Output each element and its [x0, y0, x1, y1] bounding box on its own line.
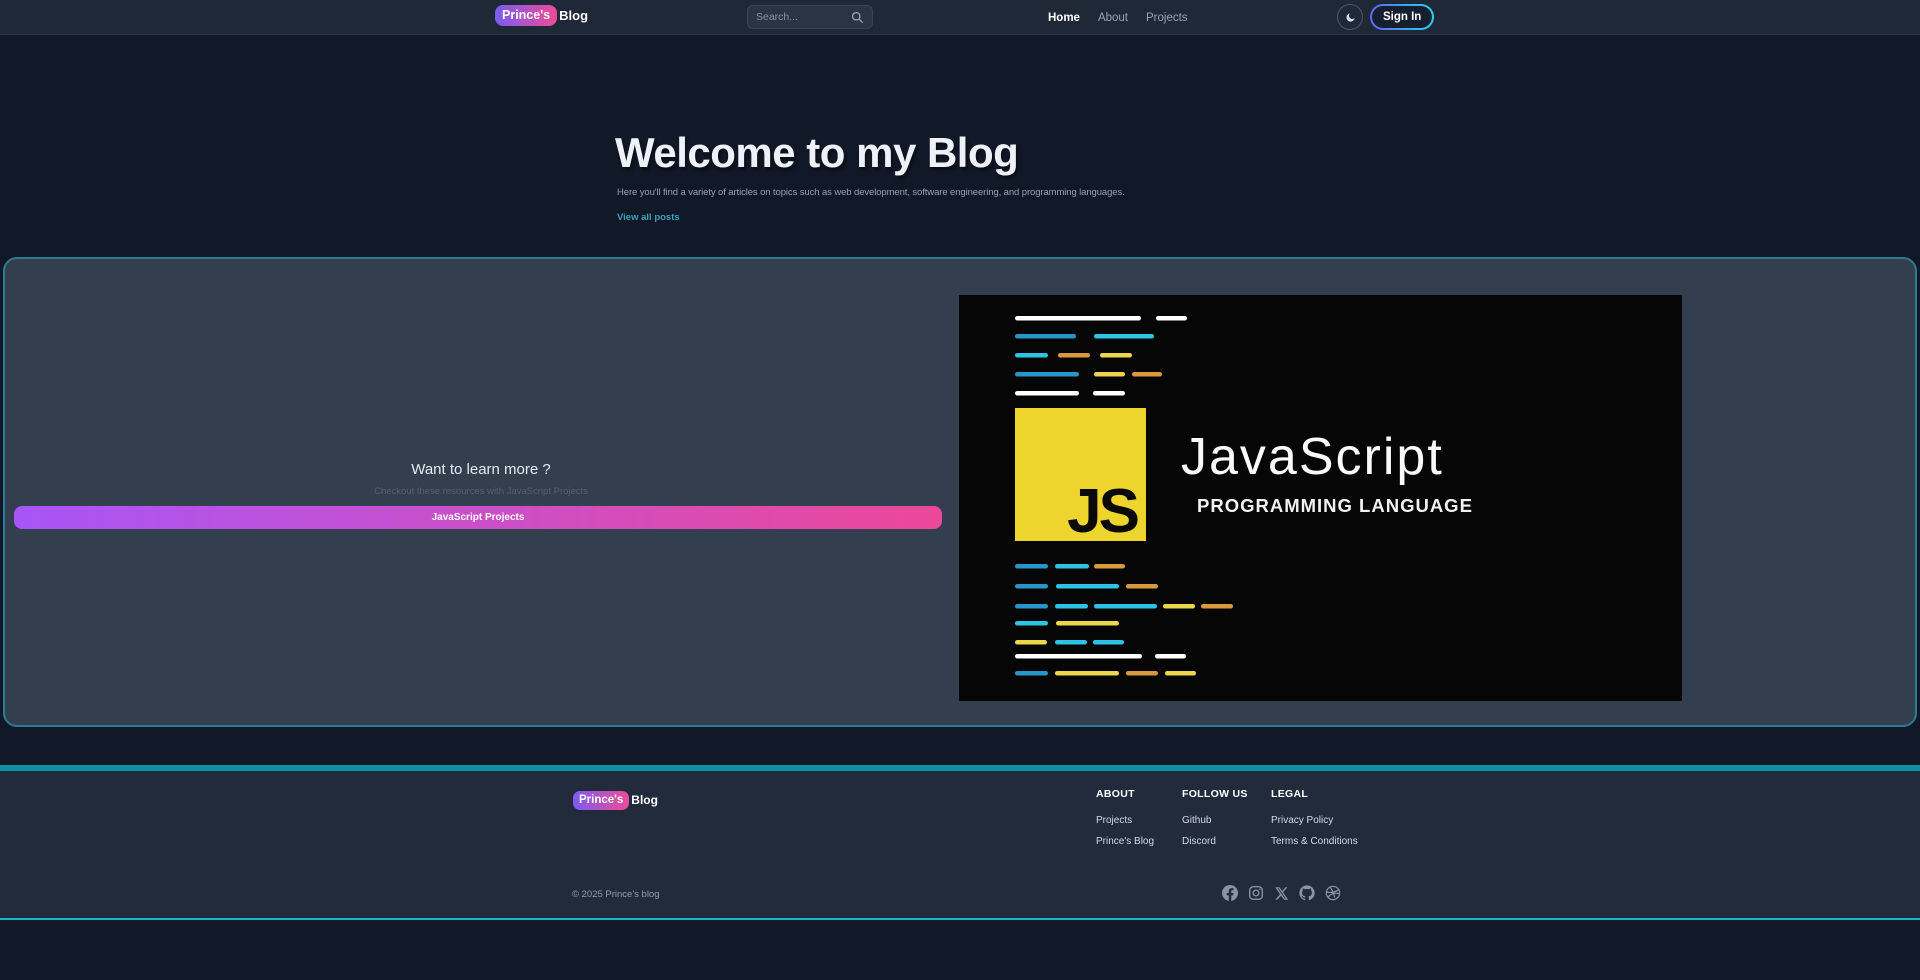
footer-link-discord[interactable]: Discord — [1182, 835, 1248, 848]
resources-card: Want to learn more ? Checkout these reso… — [3, 257, 1917, 727]
search-icon — [851, 11, 864, 24]
nav-item-projects[interactable]: Projects — [1146, 12, 1188, 24]
footer: Prince's Blog ABOUT Projects Prince's Bl… — [0, 771, 1920, 918]
hero-title: Welcome to my Blog — [615, 130, 1018, 176]
javascript-projects-button[interactable]: JavaScript Projects — [14, 506, 942, 529]
footer-column-follow-us: FOLLOW US Github Discord — [1182, 788, 1248, 856]
footer-column-legal: LEGAL Privacy Policy Terms & Conditions — [1271, 788, 1358, 856]
cta-subheading: Checkout these resources with JavaScript… — [5, 486, 957, 497]
instagram-icon[interactable] — [1248, 885, 1264, 901]
view-all-posts-link[interactable]: View all posts — [617, 212, 680, 223]
nav-item-home[interactable]: Home — [1048, 12, 1080, 24]
logo-suffix: Blog — [559, 8, 588, 23]
sign-in-button[interactable]: Sign In — [1370, 4, 1434, 30]
main-nav: Home About Projects — [1048, 0, 1188, 35]
theme-toggle-button[interactable] — [1337, 4, 1363, 30]
footer-column-title: LEGAL — [1271, 788, 1358, 800]
footer-link-princes-blog[interactable]: Prince's Blog — [1096, 835, 1154, 848]
footer-link-github[interactable]: Github — [1182, 814, 1248, 827]
hero-subtitle: Here you'll find a variety of articles o… — [617, 187, 1125, 198]
logo-badge: Prince's — [495, 5, 557, 26]
footer-column-title: ABOUT — [1096, 788, 1154, 800]
hero-section: Welcome to my Blog Here you'll find a va… — [0, 35, 1920, 257]
js-banner-title: JavaScript — [1181, 427, 1444, 487]
footer-link-projects[interactable]: Projects — [1096, 814, 1154, 827]
code-lines-decoration-bottom — [1015, 561, 1235, 679]
footer-link-terms-conditions[interactable]: Terms & Conditions — [1271, 835, 1358, 848]
footer-link-privacy-policy[interactable]: Privacy Policy — [1271, 814, 1358, 827]
copyright-text: © 2025 Prince's blog — [572, 889, 660, 900]
dribbble-icon[interactable] — [1325, 885, 1341, 901]
js-logo: JS — [1015, 408, 1146, 541]
javascript-banner-image: JS JavaScript PROGRAMMING LANGUAGE — [959, 295, 1682, 701]
footer-logo[interactable]: Prince's Blog — [573, 791, 658, 810]
footer-bottom-divider — [0, 918, 1920, 920]
github-icon[interactable] — [1299, 885, 1315, 901]
site-logo[interactable]: Prince's Blog — [495, 5, 588, 26]
nav-item-about[interactable]: About — [1098, 12, 1128, 24]
social-links — [1222, 885, 1341, 901]
x-twitter-icon[interactable] — [1274, 886, 1289, 901]
footer-logo-suffix: Blog — [631, 793, 658, 807]
footer-logo-badge: Prince's — [573, 791, 629, 810]
cta-heading: Want to learn more ? — [5, 461, 957, 478]
footer-column-title: FOLLOW US — [1182, 788, 1248, 800]
facebook-icon[interactable] — [1222, 885, 1238, 901]
page: Prince's Blog Home About Projects Sign I… — [0, 0, 1920, 980]
header: Prince's Blog Home About Projects Sign I… — [0, 0, 1920, 35]
code-lines-decoration-top — [1015, 311, 1190, 397]
moon-icon — [1345, 12, 1356, 23]
footer-column-about: ABOUT Projects Prince's Blog — [1096, 788, 1154, 856]
js-banner-subtitle: PROGRAMMING LANGUAGE — [1197, 495, 1473, 517]
search-box[interactable] — [747, 5, 873, 29]
search-input[interactable] — [756, 11, 851, 23]
